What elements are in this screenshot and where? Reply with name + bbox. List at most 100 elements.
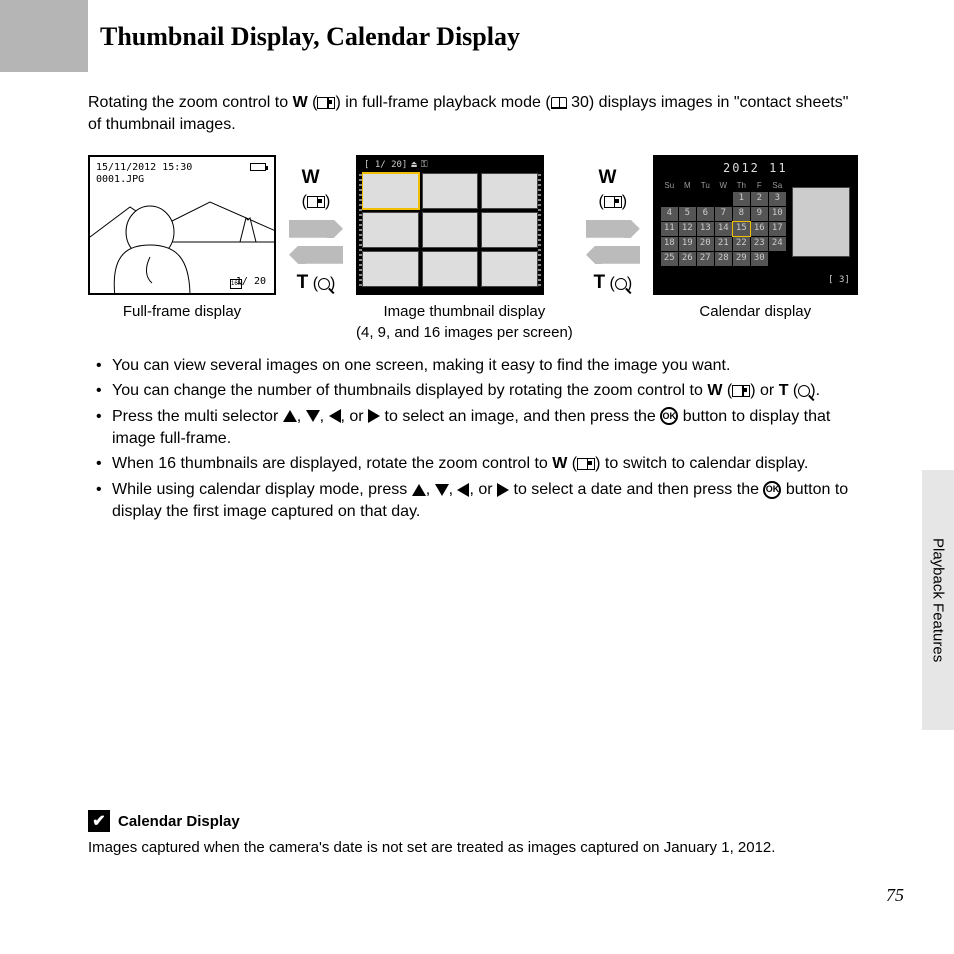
bullet-text: to switch to calendar display. — [600, 455, 808, 472]
calendar-day-header: Sa — [769, 180, 786, 191]
calendar-cell: 3 — [769, 192, 786, 206]
zoom-w-label: W — [598, 167, 616, 188]
bullet-text: to select an image, and then press the — [380, 408, 660, 425]
calendar-cell: 23 — [751, 237, 768, 251]
left-icon — [457, 483, 469, 497]
page-ref: 30 — [571, 94, 589, 111]
section-tab: Playback Features — [922, 470, 954, 730]
thumbnail-screen: [ 1/ 20] ⏏ ⚿ — [356, 155, 544, 295]
calendar-cell: 9 — [751, 207, 768, 221]
fullframe-screen: 15/11/2012 15:30 0001.JPG 16M 1/ 20 — [88, 155, 276, 295]
thumbnail-cell — [362, 251, 419, 287]
list-item: Press the multi selector , , , or to sel… — [96, 406, 864, 451]
note-text: Images captured when the camera's date i… — [88, 838, 864, 858]
calendar-cell: 16 — [751, 222, 768, 236]
bullet-text: When 16 thumbnails are displayed, rotate… — [112, 455, 552, 472]
calendar-day-header: M — [679, 180, 696, 191]
check-icon: ✔ — [88, 810, 110, 832]
page-title: Thumbnail Display, Calendar Display — [88, 0, 954, 72]
calendar-cell: 15 — [733, 222, 750, 236]
thumbnail-cell — [422, 173, 479, 209]
thumbnail-counter: [ 1/ 20] — [364, 159, 407, 172]
osd-count: 1/ 20 — [236, 275, 266, 289]
intro-paragraph: Rotating the zoom control to W () in ful… — [88, 92, 864, 137]
calendar-day-header: F — [751, 180, 768, 191]
calendar-title: 2012 11 — [655, 157, 856, 180]
list-item: While using calendar display mode, press… — [96, 479, 864, 524]
zoom-arrows: W() T () — [573, 155, 653, 297]
zoom-w-label: W — [552, 455, 567, 472]
calendar-count: [ 3] — [828, 274, 850, 287]
bullet-text: , — [426, 481, 435, 498]
magnify-icon — [615, 278, 627, 290]
calendar-cell — [679, 192, 696, 206]
thumbnail-subcaption: (4, 9, and 16 images per screen) — [356, 322, 573, 343]
page-number: 75 — [886, 885, 904, 906]
magnify-icon — [798, 385, 810, 397]
bullet-text: , or — [341, 408, 369, 425]
bullet-text: You can change the number of thumbnails … — [112, 382, 707, 399]
thumbnail-icon — [577, 458, 595, 470]
calendar-preview — [792, 187, 850, 257]
thumbnail-cell — [481, 251, 538, 287]
zoom-t-label: T — [297, 272, 309, 293]
ok-button-icon: OK — [660, 407, 678, 425]
calendar-cell: 21 — [715, 237, 732, 251]
calendar-day-header: W — [715, 180, 732, 191]
bullet-text: . — [816, 382, 820, 399]
calendar-cell: 19 — [679, 237, 696, 251]
zoom-w-group: W() — [302, 165, 331, 214]
film-strip-icon — [538, 171, 541, 289]
list-item: You can change the number of thumbnails … — [96, 380, 864, 402]
calendar-cell: 22 — [733, 237, 750, 251]
calendar-cell: 8 — [733, 207, 750, 221]
up-icon — [412, 484, 426, 496]
thumbnail-caption: Image thumbnail display — [356, 301, 573, 322]
zoom-w-label: W — [302, 167, 320, 188]
bullet-text: , — [449, 481, 458, 498]
bullet-text: Press the multi selector — [112, 408, 283, 425]
bullet-text: , or — [469, 481, 497, 498]
page-content: Rotating the zoom control to W () in ful… — [0, 72, 954, 524]
right-icon — [497, 483, 509, 497]
film-strip-icon — [359, 171, 362, 289]
note-heading: ✔ Calendar Display — [88, 810, 864, 832]
down-icon — [306, 410, 320, 422]
calendar-cell — [661, 192, 678, 206]
thumbnail-cell — [481, 212, 538, 248]
thumbnail-icon — [732, 385, 750, 397]
down-icon — [435, 484, 449, 496]
calendar-cell: 26 — [679, 252, 696, 266]
zoom-w-group: W() — [598, 165, 627, 214]
arrow-left-icon — [289, 246, 343, 264]
arrow-left-icon — [586, 246, 640, 264]
thumbnail-grid — [358, 173, 542, 291]
calendar-cell: 14 — [715, 222, 732, 236]
intro-text: Rotating the zoom control to — [88, 94, 293, 111]
thumbnail-cell — [362, 212, 419, 248]
note-heading-text: Calendar Display — [118, 813, 240, 830]
calendar-cell: 2 — [751, 192, 768, 206]
thumbnail-cell — [481, 173, 538, 209]
calendar-cell: 11 — [661, 222, 678, 236]
zoom-w-label: W — [293, 94, 308, 111]
calendar-cell: 27 — [697, 252, 714, 266]
calendar-cell: 25 — [661, 252, 678, 266]
calendar-cell: 18 — [661, 237, 678, 251]
calendar-cell: 29 — [733, 252, 750, 266]
calendar-day-header: Su — [661, 180, 678, 191]
zoom-t-label: T — [593, 272, 605, 293]
bullet-text: , — [297, 408, 306, 425]
calendar-cell: 24 — [769, 237, 786, 251]
thumbnail-icon — [307, 196, 325, 208]
zoom-t-group: T () — [297, 270, 336, 297]
thumbnail-icon — [604, 196, 622, 208]
list-item: You can view several images on one scree… — [96, 355, 864, 377]
ok-button-icon: OK — [763, 481, 781, 499]
calendar-block: 2012 11 SuMTuWThFSa 12345678910111213141… — [653, 155, 858, 322]
magnify-icon — [318, 278, 330, 290]
calendar-cell: 30 — [751, 252, 768, 266]
key-icon: ⚿ — [421, 159, 428, 172]
calendar-cell: 17 — [769, 222, 786, 236]
zoom-arrows: W() T () — [276, 155, 356, 297]
